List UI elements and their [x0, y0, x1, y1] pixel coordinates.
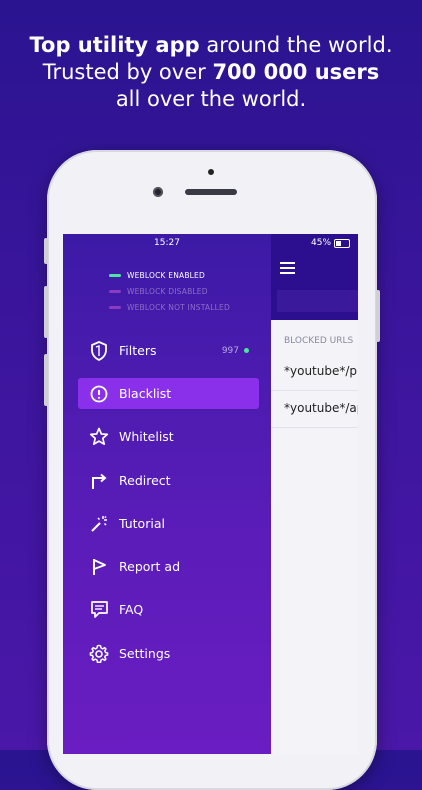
menu-item-settings[interactable]: Settings — [78, 638, 259, 669]
phone-screen: 15:27 WEBLOCK ENABLED WEBLOCK DISABLED W… — [63, 234, 358, 754]
chat-icon — [84, 600, 114, 619]
battery-icon — [334, 238, 351, 248]
legend-enabled-label: WEBLOCK ENABLED — [127, 270, 205, 280]
status-time: 15:27 — [154, 238, 180, 248]
filters-count-value: 997 — [221, 345, 239, 356]
legend-not-installed: WEBLOCK NOT INSTALLED — [109, 299, 230, 315]
battery-status: 45% — [311, 238, 351, 248]
headline-text-3: all over the world. — [115, 87, 307, 111]
menu-label-report-ad: Report ad — [119, 559, 181, 574]
blocked-url-row[interactable]: *youtube*/ap — [271, 390, 358, 428]
front-camera — [153, 187, 163, 197]
volume-down-button — [44, 354, 48, 406]
enabled-indicator — [109, 273, 121, 277]
menu-label-whitelist: Whitelist — [119, 429, 174, 444]
blocked-url-text: *youtube*/ap — [284, 401, 358, 415]
redirect-arrow-icon — [84, 472, 114, 490]
headline-bold-2: 700 000 users — [212, 60, 380, 84]
shield-icon — [84, 340, 114, 361]
power-button — [376, 290, 380, 342]
mute-switch — [44, 238, 48, 264]
weblock-status-legend: WEBLOCK ENABLED WEBLOCK DISABLED WEBLOCK… — [109, 267, 230, 315]
filters-active-dot — [244, 348, 249, 353]
alert-circle-icon — [84, 385, 114, 403]
headline-bold-1: Top utility app — [29, 33, 200, 57]
menu-item-faq[interactable]: FAQ — [78, 594, 259, 625]
main-header: 45% — [271, 234, 358, 320]
volume-up-button — [44, 286, 48, 338]
proximity-sensor — [208, 169, 214, 175]
menu-item-blacklist[interactable]: Blacklist — [78, 378, 259, 409]
filters-count: 997 — [222, 346, 249, 356]
not-installed-indicator — [109, 305, 121, 309]
legend-disabled: WEBLOCK DISABLED — [109, 283, 230, 299]
hamburger-menu-icon[interactable] — [280, 262, 295, 277]
battery-percent: 45% — [311, 238, 332, 248]
blocked-urls-header: BLOCKED URLS — [284, 336, 354, 346]
navigation-drawer: 15:27 WEBLOCK ENABLED WEBLOCK DISABLED W… — [63, 234, 271, 754]
menu-label-tutorial: Tutorial — [119, 516, 165, 531]
blocked-url-row[interactable]: *youtube*/p — [271, 353, 358, 391]
menu-label-redirect: Redirect — [119, 473, 171, 488]
earpiece-speaker — [185, 189, 237, 195]
menu-item-filters[interactable]: Filters 997 — [78, 335, 259, 366]
menu-item-tutorial[interactable]: Tutorial — [78, 508, 259, 539]
headline-text-1: around the world. — [199, 33, 393, 57]
menu-item-report-ad[interactable]: Report ad — [78, 551, 259, 582]
menu-label-filters: Filters — [119, 343, 157, 358]
menu-label-settings: Settings — [119, 646, 171, 661]
legend-enabled: WEBLOCK ENABLED — [109, 267, 230, 283]
flag-icon — [84, 557, 114, 576]
disabled-indicator — [109, 289, 121, 293]
magic-wand-icon — [84, 515, 114, 533]
headline-text-2: Trusted by over — [42, 60, 213, 84]
menu-item-redirect[interactable]: Redirect — [78, 465, 259, 496]
legend-disabled-label: WEBLOCK DISABLED — [127, 286, 208, 296]
gear-icon — [84, 644, 114, 664]
main-content: 45% BLOCKED URLS *youtube*/p *youtube*/a… — [271, 234, 358, 754]
menu-label-faq: FAQ — [119, 602, 144, 617]
promo-headline: Top utility app around the world. Truste… — [0, 32, 422, 113]
blocked-url-text: *youtube*/p — [284, 364, 358, 378]
menu-label-blacklist: Blacklist — [119, 386, 172, 401]
legend-not-installed-label: WEBLOCK NOT INSTALLED — [127, 302, 230, 312]
search-bar[interactable] — [277, 290, 358, 312]
star-icon — [84, 427, 114, 446]
menu-item-whitelist[interactable]: Whitelist — [78, 421, 259, 452]
